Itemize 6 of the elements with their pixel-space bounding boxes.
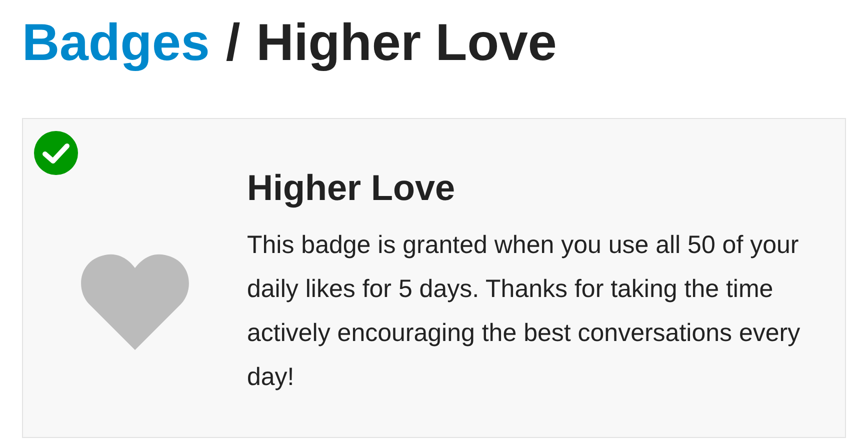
heart-icon: [79, 252, 191, 350]
badge-description: This badge is granted when you use all 50 of your daily likes for 5 days. Thanks for taking the time actively encouraging the best conversations every day!: [247, 230, 802, 393]
badge-name: Higher Love: [247, 167, 456, 209]
page-title: Higher Love: [256, 13, 557, 73]
breadcrumb-separator: /: [226, 13, 240, 73]
badges-link[interactable]: Badges: [22, 13, 210, 73]
